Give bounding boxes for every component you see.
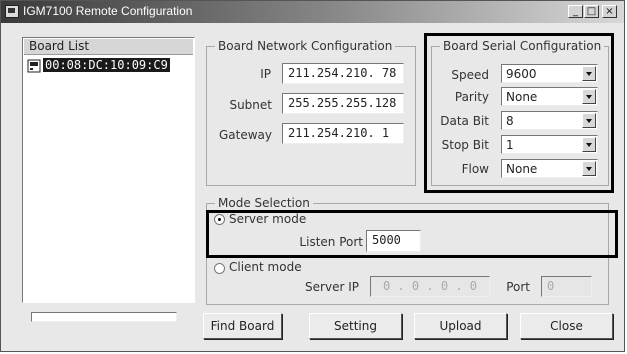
title-bar[interactable]: IGM7100 Remote Configuration _ □ × <box>1 1 624 23</box>
speed-value: 9600 <box>506 67 537 81</box>
progress-bar <box>31 312 177 322</box>
stopbit-label: Stop Bit <box>441 138 489 152</box>
setting-button[interactable]: Setting <box>309 313 402 339</box>
app-icon <box>5 5 19 18</box>
window-title: IGM7100 Remote Configuration <box>23 4 193 18</box>
subnet-label: Subnet <box>229 98 272 112</box>
client-mode-radio[interactable] <box>214 263 225 274</box>
server-ip-field[interactable]: 0 . 0 . 0 . 0 <box>370 276 490 297</box>
listen-port-label: Listen Port <box>299 235 363 249</box>
flow-label: Flow <box>461 162 489 176</box>
client-mode-label[interactable]: Client mode <box>229 260 302 274</box>
chevron-down-icon[interactable] <box>582 89 596 104</box>
chevron-down-icon[interactable] <box>582 161 596 176</box>
subnet-field[interactable]: 255.255.255.128 <box>282 93 404 114</box>
board-mac-address: 00:08:DC:10:09:C9 <box>43 58 170 72</box>
close-button[interactable]: Close <box>520 313 613 339</box>
board-list-header: Board List <box>24 39 193 55</box>
port-label: Port <box>506 280 530 294</box>
network-config-title: Board Network Configuration <box>215 39 396 53</box>
chevron-down-icon[interactable] <box>582 137 596 152</box>
flow-value: None <box>506 162 538 176</box>
gateway-field[interactable]: 211.254.210. 1 <box>282 123 404 144</box>
chevron-down-icon[interactable] <box>582 113 596 128</box>
board-icon <box>27 59 41 73</box>
maximize-button[interactable]: □ <box>584 5 599 18</box>
databit-value: 8 <box>506 114 514 128</box>
stopbit-value: 1 <box>506 138 514 152</box>
flow-select[interactable]: None <box>501 159 598 178</box>
parity-select[interactable]: None <box>501 87 598 106</box>
chevron-down-icon[interactable] <box>582 66 596 81</box>
upload-button[interactable]: Upload <box>414 313 507 339</box>
speed-select[interactable]: 9600 <box>501 64 598 83</box>
parity-label: Parity <box>454 90 489 104</box>
find-board-button[interactable]: Find Board <box>203 313 282 339</box>
board-list[interactable]: Board List 00:08:DC:10:09:C9 <box>22 37 195 303</box>
server-mode-label[interactable]: Server mode <box>229 212 306 226</box>
stopbit-select[interactable]: 1 <box>501 135 598 154</box>
databit-select[interactable]: 8 <box>501 111 598 130</box>
databit-label: Data Bit <box>440 114 489 128</box>
mode-selection-title: Mode Selection <box>215 196 313 210</box>
server-mode-radio[interactable] <box>214 214 225 225</box>
board-list-header-label: Board List <box>29 39 90 53</box>
main-window: IGM7100 Remote Configuration _ □ × Board… <box>0 0 625 352</box>
port-field[interactable]: 0 <box>541 276 592 297</box>
minimize-button[interactable]: _ <box>568 5 583 18</box>
close-window-button[interactable]: × <box>602 5 617 18</box>
list-item[interactable]: 00:08:DC:10:09:C9 <box>26 58 186 74</box>
ip-label: IP <box>260 67 271 81</box>
speed-label: Speed <box>451 68 489 82</box>
server-ip-label: Server IP <box>305 280 359 294</box>
gateway-label: Gateway <box>218 128 272 142</box>
ip-field[interactable]: 211.254.210. 78 <box>282 63 404 84</box>
listen-port-field[interactable]: 5000 <box>366 230 421 252</box>
parity-value: None <box>506 90 538 104</box>
